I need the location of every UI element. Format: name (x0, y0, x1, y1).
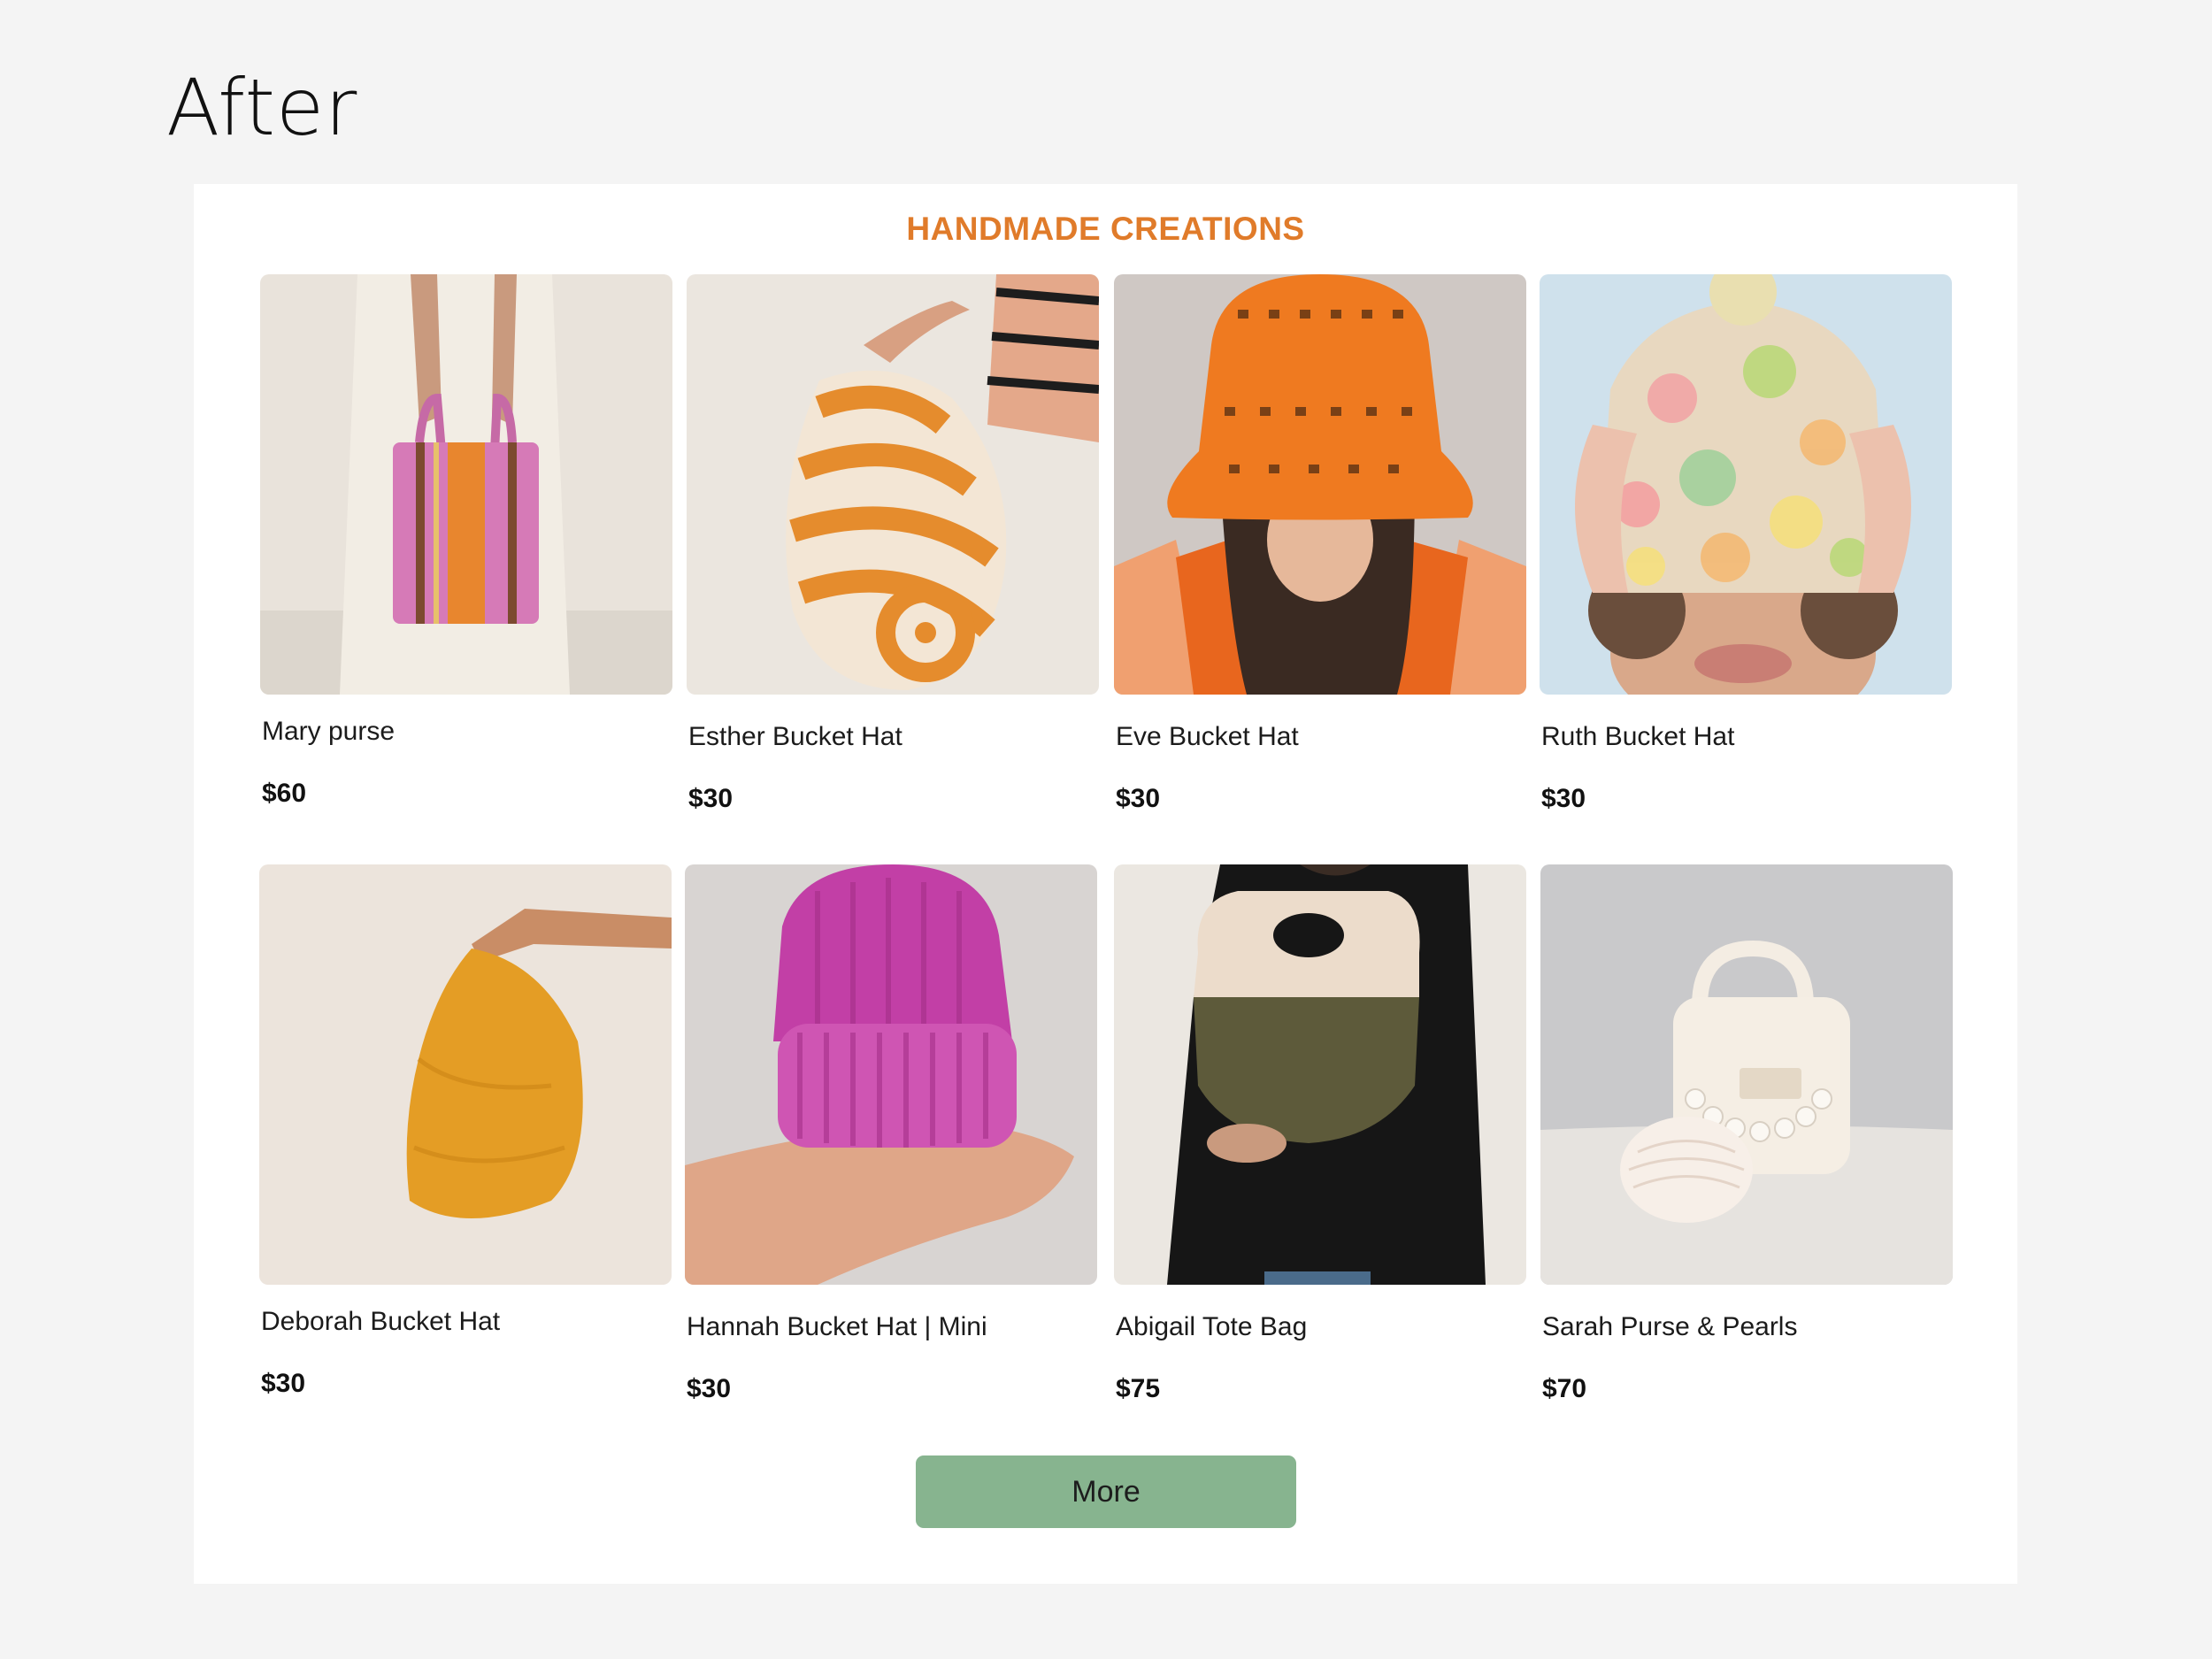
product-image-pearl-purse[interactable] (1540, 864, 1953, 1285)
product-card[interactable]: Mary purse $60 (260, 274, 672, 808)
product-image-striped-hat[interactable] (687, 274, 1099, 695)
product-price: $70 (1542, 1374, 1587, 1403)
product-name[interactable]: Abigail Tote Bag (1116, 1312, 1307, 1342)
product-image-purse[interactable] (260, 274, 672, 695)
product-card[interactable]: Abigail Tote Bag $75 (1114, 864, 1526, 1403)
product-card[interactable]: Esther Bucket Hat $30 (687, 274, 1099, 813)
product-price: $30 (687, 1374, 732, 1403)
product-price: $30 (688, 784, 733, 813)
section-title: HANDMADE CREATIONS (906, 211, 1305, 247)
product-name[interactable]: Hannah Bucket Hat | Mini (687, 1312, 987, 1342)
product-price: $30 (1541, 784, 1586, 813)
product-card[interactable]: Deborah Bucket Hat $30 (259, 864, 672, 1398)
product-price: $30 (261, 1369, 306, 1398)
product-price: $75 (1116, 1374, 1161, 1403)
product-price: $60 (262, 779, 307, 808)
product-card[interactable]: Sarah Purse & Pearls $70 (1540, 864, 1953, 1403)
product-image-orange-hat[interactable] (1114, 274, 1526, 695)
product-name[interactable]: Deborah Bucket Hat (261, 1307, 500, 1337)
product-name[interactable]: Ruth Bucket Hat (1541, 722, 1734, 752)
product-grid-section: HANDMADE CREATIONS Mary purse $60 Esther… (194, 184, 2017, 1584)
product-image-magenta-beanie[interactable] (685, 864, 1097, 1285)
product-image-mustard-hat[interactable] (259, 864, 672, 1285)
product-price: $30 (1116, 784, 1161, 813)
product-name[interactable]: Esther Bucket Hat (688, 722, 902, 752)
product-name[interactable]: Eve Bucket Hat (1116, 722, 1299, 752)
product-card[interactable]: Eve Bucket Hat $30 (1114, 274, 1526, 813)
product-name[interactable]: Sarah Purse & Pearls (1542, 1312, 1797, 1342)
product-image-multicolor-beanie[interactable] (1540, 274, 1952, 695)
product-name[interactable]: Mary purse (262, 717, 395, 747)
more-button[interactable]: More (916, 1455, 1296, 1528)
product-card[interactable]: Hannah Bucket Hat | Mini $30 (685, 864, 1097, 1403)
product-image-tote-bag[interactable] (1114, 864, 1526, 1285)
product-card[interactable]: Ruth Bucket Hat $30 (1540, 274, 1952, 813)
page-label: After (166, 62, 358, 153)
